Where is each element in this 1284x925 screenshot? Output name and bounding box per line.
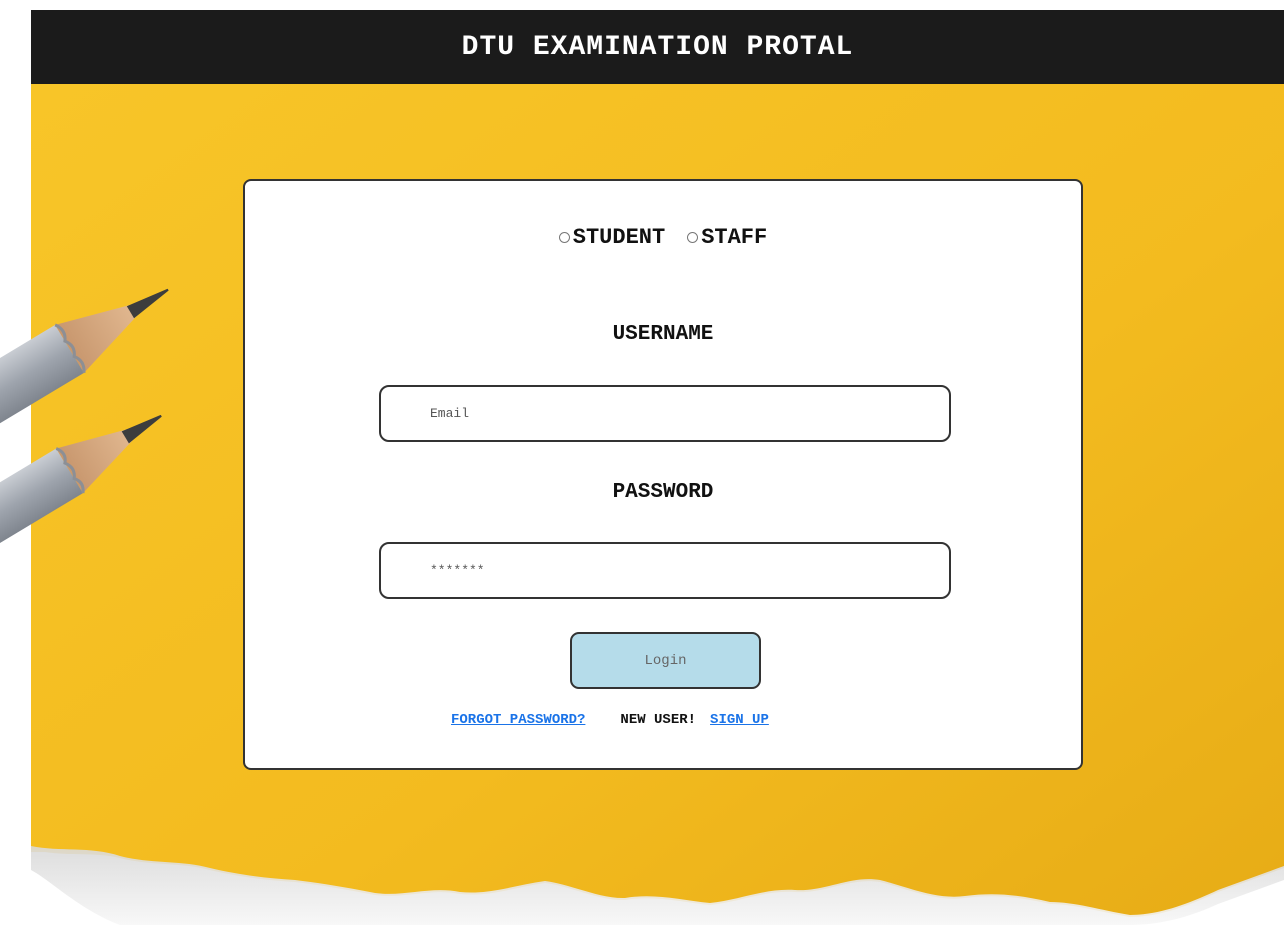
sign-up-link[interactable]: SIGN UP	[710, 712, 769, 728]
staff-label: STAFF	[701, 225, 768, 250]
login-button[interactable]: Login	[570, 632, 761, 689]
staff-radio-option[interactable]: STAFF	[687, 225, 767, 250]
login-page: DTU EXAMINATION PROTAL STUDENT STAFF USE…	[0, 0, 1284, 925]
staff-radio-icon[interactable]	[687, 232, 699, 243]
forgot-password-link[interactable]: FORGOT PASSWORD?	[451, 712, 585, 728]
top-header-bar: DTU EXAMINATION PROTAL	[31, 10, 1284, 84]
login-card: STUDENT STAFF USERNAME PASSWORD Login FO…	[243, 179, 1083, 770]
student-label: STUDENT	[572, 225, 666, 250]
email-field[interactable]	[379, 385, 951, 442]
role-selector: STUDENT STAFF	[245, 225, 1081, 250]
password-label: PASSWORD	[612, 481, 714, 504]
student-radio-option[interactable]: STUDENT	[558, 225, 666, 250]
page-title: DTU EXAMINATION PROTAL	[461, 31, 854, 63]
password-field[interactable]	[379, 542, 951, 599]
student-radio-icon[interactable]	[558, 232, 570, 243]
auth-links: FORGOT PASSWORD? NEW USER! SIGN UP	[451, 712, 769, 728]
new-user-text: NEW USER!	[620, 712, 697, 728]
username-label: USERNAME	[612, 323, 714, 346]
